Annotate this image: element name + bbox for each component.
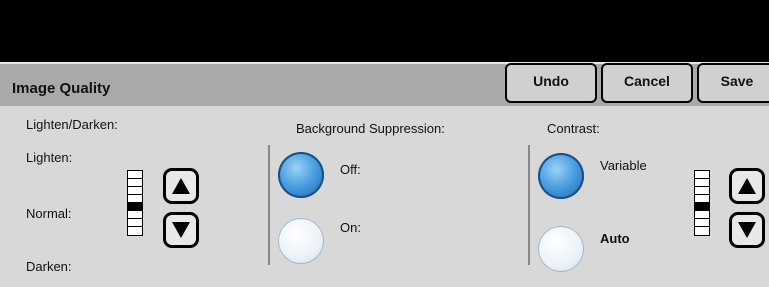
contrast-auto-label: Auto xyxy=(600,231,630,246)
lighten-darken-heading: Lighten/Darken: xyxy=(26,117,118,132)
level-segment xyxy=(128,195,142,203)
level-segment xyxy=(128,219,142,227)
bg-suppression-off-radio[interactable] xyxy=(278,152,324,198)
level-segment xyxy=(128,179,142,187)
level-segment xyxy=(695,203,709,211)
lighten-up-button[interactable] xyxy=(163,168,199,204)
up-arrow-icon xyxy=(172,178,190,194)
section-divider xyxy=(268,145,270,265)
undo-button[interactable]: Undo xyxy=(505,63,597,103)
contrast-level-indicator xyxy=(694,170,710,236)
contrast-variable-radio[interactable] xyxy=(538,153,584,199)
level-segment xyxy=(128,211,142,219)
level-segment xyxy=(695,195,709,203)
level-segment xyxy=(695,219,709,227)
normal-label: Normal: xyxy=(26,206,72,221)
lighten-darken-level-indicator xyxy=(127,170,143,236)
contrast-up-button[interactable] xyxy=(729,168,765,204)
top-black-bar xyxy=(0,0,769,62)
level-segment xyxy=(128,227,142,235)
darken-down-button[interactable] xyxy=(163,212,199,248)
contrast-down-button[interactable] xyxy=(729,212,765,248)
down-arrow-icon xyxy=(172,222,190,238)
section-divider xyxy=(528,145,530,265)
level-segment xyxy=(695,211,709,219)
up-arrow-icon xyxy=(738,178,756,194)
darken-label: Darken: xyxy=(26,259,72,274)
level-segment xyxy=(128,187,142,195)
page-title: Image Quality xyxy=(12,80,111,97)
level-segment xyxy=(695,171,709,179)
down-arrow-icon xyxy=(738,222,756,238)
level-segment xyxy=(128,171,142,179)
level-segment xyxy=(695,187,709,195)
bg-suppression-on-radio[interactable] xyxy=(278,218,324,264)
bg-suppression-off-label: Off: xyxy=(340,162,361,177)
level-segment xyxy=(128,203,142,211)
bg-suppression-on-label: On: xyxy=(340,220,361,235)
background-suppression-heading: Background Suppression: xyxy=(296,121,445,136)
cancel-button[interactable]: Cancel xyxy=(601,63,693,103)
save-button[interactable]: Save xyxy=(697,63,769,103)
lighten-label: Lighten: xyxy=(26,150,73,165)
level-segment xyxy=(695,227,709,235)
contrast-auto-radio[interactable] xyxy=(538,226,584,272)
contrast-variable-label: Variable xyxy=(600,158,647,173)
level-segment xyxy=(695,179,709,187)
contrast-heading: Contrast: xyxy=(547,121,600,136)
